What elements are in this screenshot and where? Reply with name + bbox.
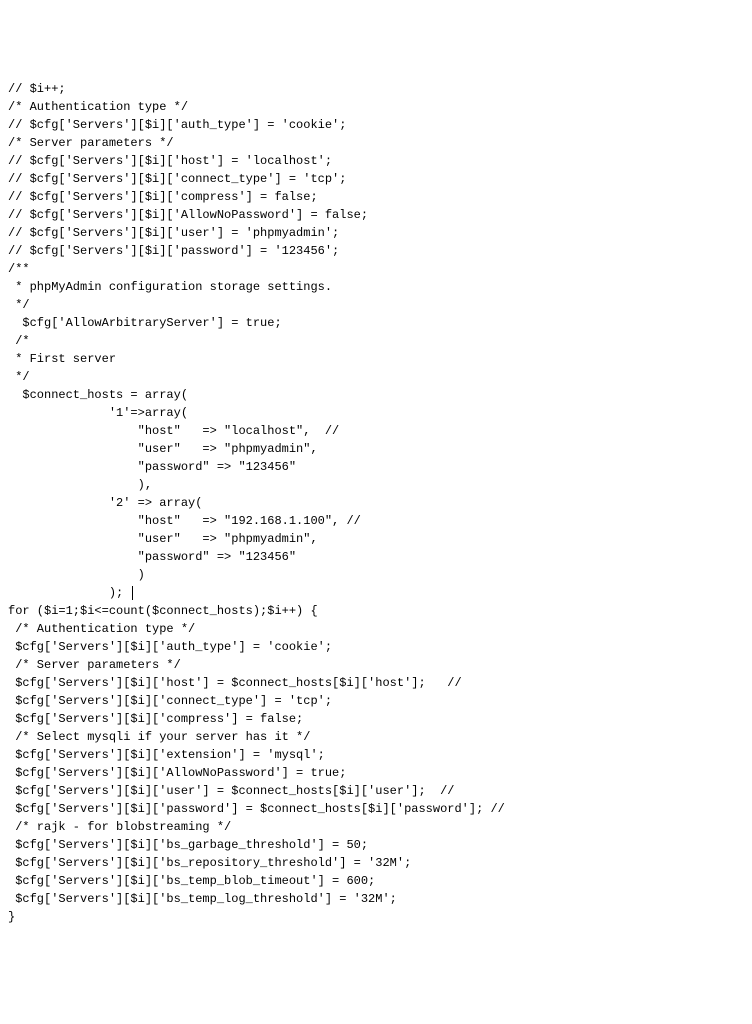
code-line: '1'=>array(: [8, 404, 744, 422]
code-line: "user" => "phpmyadmin",: [8, 440, 744, 458]
code-line: // $cfg['Servers'][$i]['password'] = '12…: [8, 242, 744, 260]
code-line: $cfg['Servers'][$i]['auth_type'] = 'cook…: [8, 638, 744, 656]
code-line: // $i++;: [8, 80, 744, 98]
code-line: $cfg['Servers'][$i]['bs_temp_log_thresho…: [8, 890, 744, 908]
code-line: "password" => "123456": [8, 458, 744, 476]
text-cursor: [132, 586, 133, 600]
code-line: */: [8, 296, 744, 314]
code-line: $cfg['Servers'][$i]['connect_type'] = 't…: [8, 692, 744, 710]
code-line: $cfg['Servers'][$i]['extension'] = 'mysq…: [8, 746, 744, 764]
code-line: /* rajk - for blobstreaming */: [8, 818, 744, 836]
code-line: "user" => "phpmyadmin",: [8, 530, 744, 548]
code-line: $cfg['Servers'][$i]['bs_temp_blob_timeou…: [8, 872, 744, 890]
code-line: );: [8, 584, 744, 602]
code-line: }: [8, 908, 744, 926]
code-line: /**: [8, 260, 744, 278]
code-line: "host" => "localhost", //: [8, 422, 744, 440]
code-line: for ($i=1;$i<=count($connect_hosts);$i++…: [8, 602, 744, 620]
code-line: "host" => "192.168.1.100", //: [8, 512, 744, 530]
code-line: // $cfg['Servers'][$i]['AllowNoPassword'…: [8, 206, 744, 224]
code-line: /*: [8, 332, 744, 350]
code-line: /* Authentication type */: [8, 620, 744, 638]
code-line: // $cfg['Servers'][$i]['connect_type'] =…: [8, 170, 744, 188]
code-line: '2' => array(: [8, 494, 744, 512]
code-line: ),: [8, 476, 744, 494]
code-line: $cfg['Servers'][$i]['compress'] = false;: [8, 710, 744, 728]
code-line: // $cfg['Servers'][$i]['user'] = 'phpmya…: [8, 224, 744, 242]
code-block: // $i++;/* Authentication type */// $cfg…: [8, 80, 744, 926]
code-line: $connect_hosts = array(: [8, 386, 744, 404]
code-line: // $cfg['Servers'][$i]['compress'] = fal…: [8, 188, 744, 206]
code-line: * phpMyAdmin configuration storage setti…: [8, 278, 744, 296]
code-line: $cfg['Servers'][$i]['bs_repository_thres…: [8, 854, 744, 872]
code-line: $cfg['AllowArbitraryServer'] = true;: [8, 314, 744, 332]
code-line: // $cfg['Servers'][$i]['auth_type'] = 'c…: [8, 116, 744, 134]
code-line: */: [8, 368, 744, 386]
code-line: * First server: [8, 350, 744, 368]
code-line: /* Server parameters */: [8, 656, 744, 674]
code-line: /* Server parameters */: [8, 134, 744, 152]
code-line: // $cfg['Servers'][$i]['host'] = 'localh…: [8, 152, 744, 170]
code-line: ): [8, 566, 744, 584]
code-line: $cfg['Servers'][$i]['password'] = $conne…: [8, 800, 744, 818]
code-line: $cfg['Servers'][$i]['bs_garbage_threshol…: [8, 836, 744, 854]
code-line: $cfg['Servers'][$i]['AllowNoPassword'] =…: [8, 764, 744, 782]
code-line: /* Authentication type */: [8, 98, 744, 116]
code-line: "password" => "123456": [8, 548, 744, 566]
code-line: $cfg['Servers'][$i]['user'] = $connect_h…: [8, 782, 744, 800]
code-line: /* Select mysqli if your server has it *…: [8, 728, 744, 746]
code-line: $cfg['Servers'][$i]['host'] = $connect_h…: [8, 674, 744, 692]
